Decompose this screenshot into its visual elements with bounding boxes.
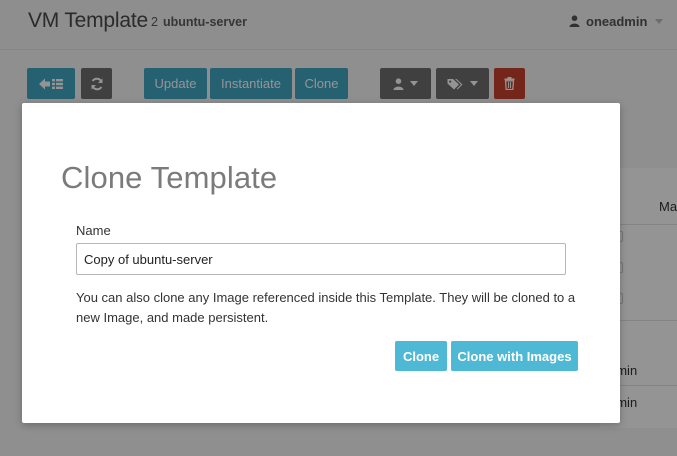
help-text: You can also clone any Image referenced …: [76, 290, 576, 325]
dialog-title: Clone Template: [61, 160, 278, 195]
name-input[interactable]: [76, 243, 566, 275]
clone-button[interactable]: Clone: [395, 341, 447, 371]
clone-with-images-button[interactable]: Clone with Images: [451, 341, 578, 371]
name-label: Name: [76, 223, 111, 238]
clone-template-dialog: Clone Template Name You can also clone a…: [22, 103, 620, 423]
